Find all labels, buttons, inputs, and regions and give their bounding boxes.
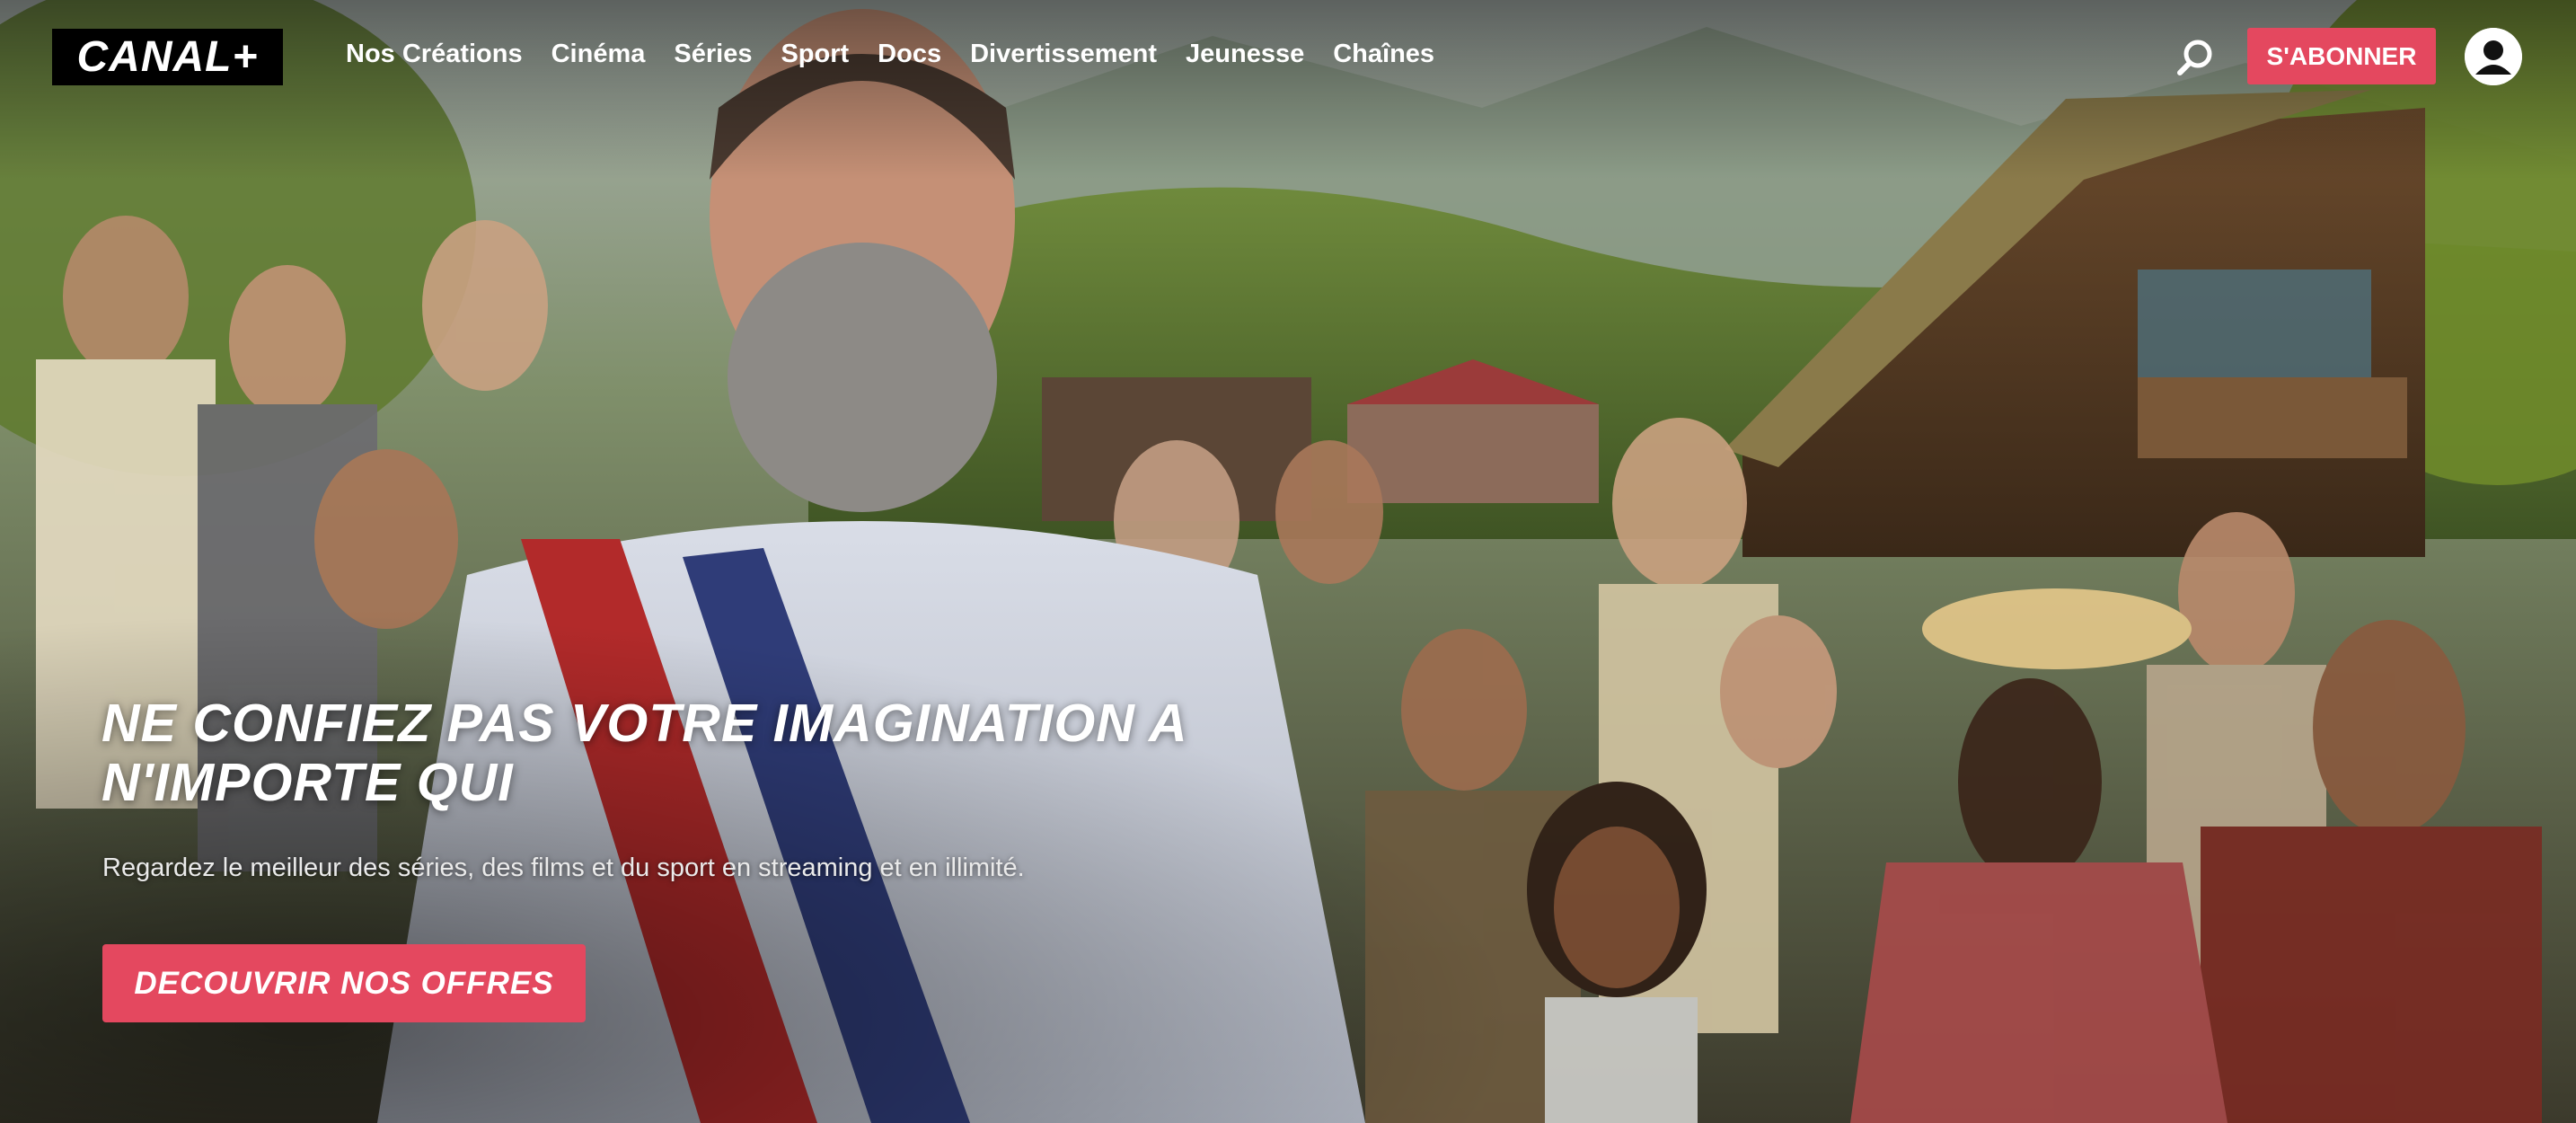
nav-item-jeunesse[interactable]: Jeunesse (1186, 34, 1304, 74)
nav-item-docs[interactable]: Docs (878, 34, 941, 74)
user-icon[interactable] (2465, 28, 2522, 85)
nav-item-chaines[interactable]: Chaînes (1333, 34, 1434, 74)
header-gradient (0, 0, 2576, 180)
nav-item-nos-creations[interactable]: Nos Créations (346, 34, 523, 74)
canal-plus-logo[interactable]: CANAL+ (52, 29, 283, 85)
hero-headline: NE CONFIEZ PAS VOTRE IMAGINATION A N'IMP… (101, 694, 1187, 812)
logo-text: CANAL+ (76, 33, 259, 81)
nav-item-divertissement[interactable]: Divertissement (970, 34, 1157, 74)
main-nav: Nos Créations Cinéma Séries Sport Docs D… (346, 34, 1463, 74)
subscribe-button[interactable]: S'ABONNER (2247, 28, 2436, 84)
subscribe-label: S'ABONNER (2266, 41, 2417, 70)
nav-item-sport[interactable]: Sport (781, 34, 849, 74)
discover-offers-button[interactable]: DECOUVRIR NOS OFFRES (102, 944, 586, 1022)
cta-label: DECOUVRIR NOS OFFRES (134, 965, 554, 1001)
hero-subtext: Regardez le meilleur des séries, des fil… (102, 853, 1025, 882)
nav-item-series[interactable]: Séries (674, 34, 752, 74)
nav-item-cinema[interactable]: Cinéma (551, 34, 646, 74)
search-icon[interactable] (2174, 36, 2217, 79)
